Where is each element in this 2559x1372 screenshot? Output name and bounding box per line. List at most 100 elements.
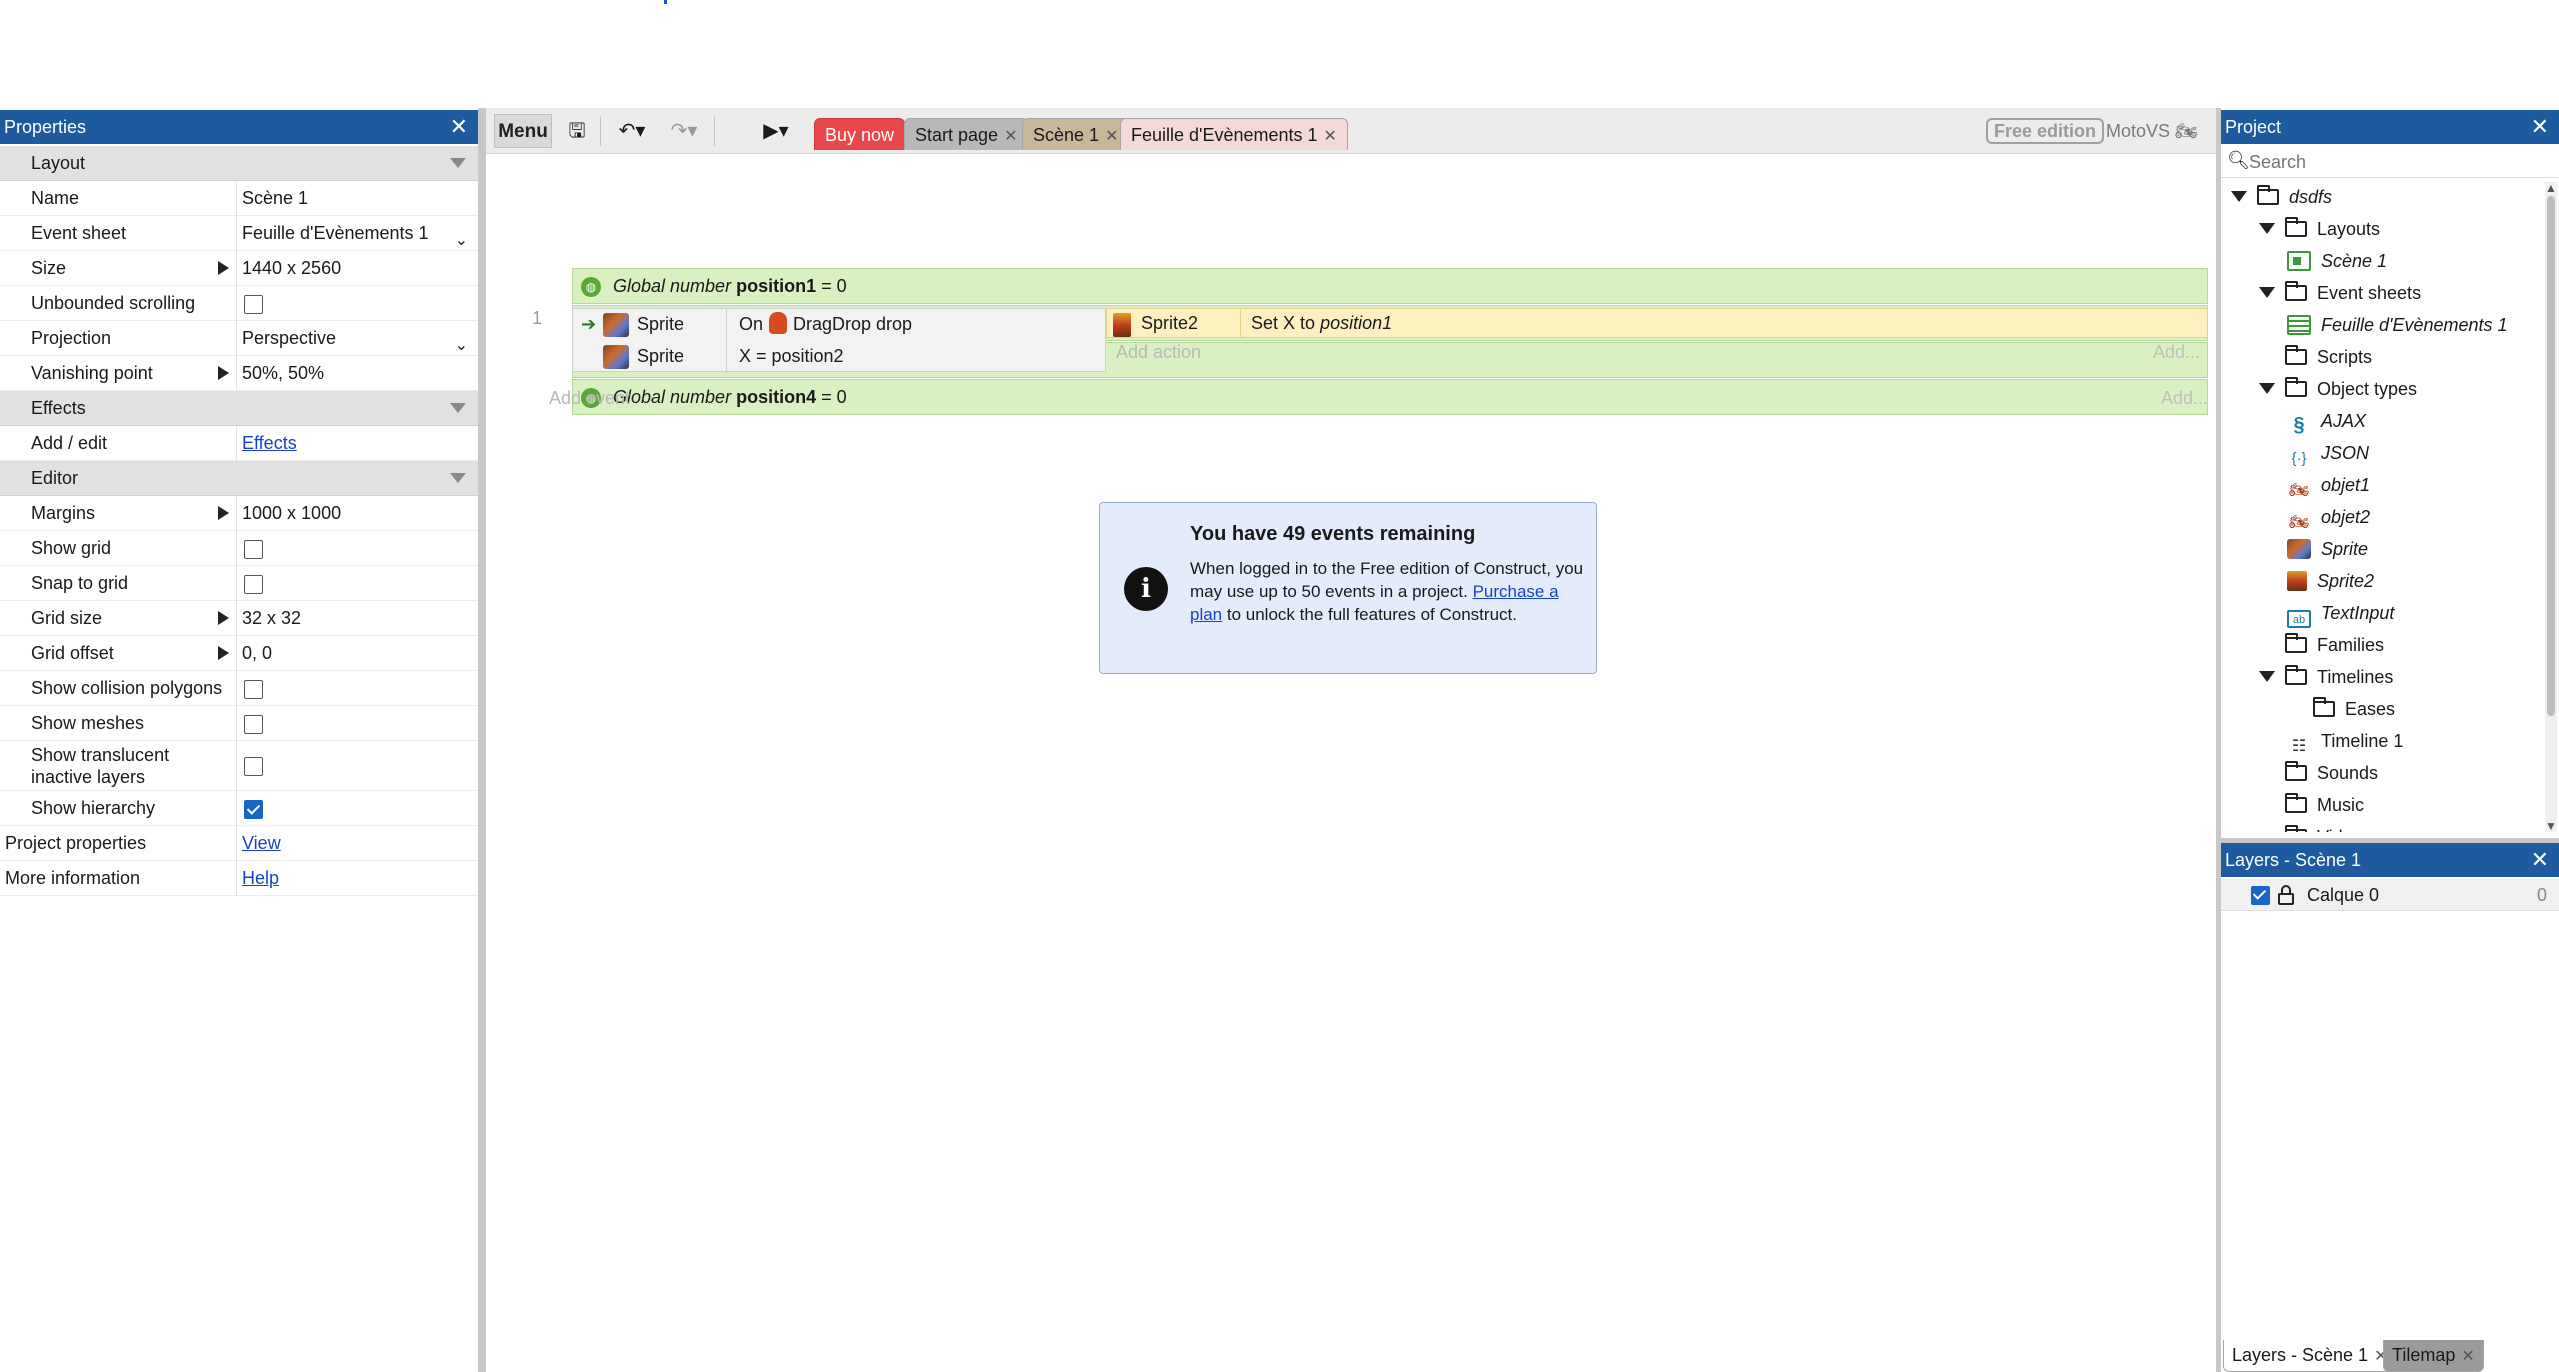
tree-item[interactable]: ☷ Timeline 1 (2287, 726, 2404, 756)
property-value[interactable]: Feuille d'Evènements 1 ⌄ (242, 216, 476, 250)
property-checkbox[interactable] (244, 575, 263, 594)
left-splitter[interactable] (478, 108, 486, 1372)
close-icon[interactable]: ✕ (1324, 128, 1337, 145)
save-icon[interactable]: 🖫 (562, 114, 592, 148)
tab-scene-1[interactable]: Scène 1 ✕ (1022, 118, 1130, 150)
property-value[interactable]: Effects (242, 426, 476, 460)
expand-icon[interactable] (218, 611, 229, 625)
tree-item[interactable]: Feuille d'Evènements 1 (2287, 310, 2508, 340)
tree-item[interactable]: Videos (2259, 822, 2372, 832)
expand-arrow-icon[interactable] (2259, 287, 2275, 298)
property-value[interactable]: 0, 0 (242, 636, 476, 670)
property-link[interactable]: View (242, 833, 281, 853)
tree-item[interactable]: Sprite2 (2287, 566, 2374, 596)
scrollbar-thumb[interactable] (2547, 196, 2555, 716)
redo-icon[interactable]: ↷▾ (662, 114, 706, 148)
collapse-icon[interactable] (450, 473, 466, 483)
tree-item[interactable]: Scène 1 (2287, 246, 2387, 276)
tree-item[interactable]: Sounds (2259, 758, 2378, 788)
tree-item[interactable]: Object types (2259, 374, 2417, 404)
close-icon[interactable]: ✕ (2531, 110, 2549, 144)
property-checkbox[interactable] (244, 800, 263, 819)
actions-area[interactable]: Sprite2 Set X to position1 Add action Ad… (1106, 308, 2208, 372)
collapse-icon[interactable] (450, 158, 466, 168)
condition-row[interactable]: Sprite X = position2 (573, 341, 1107, 373)
tree-item[interactable]: § AJAX (2287, 406, 2366, 436)
action-row[interactable]: Sprite2 Set X to position1 (1106, 308, 2208, 338)
property-value[interactable]: 1440 x 2560 (242, 251, 476, 285)
add-more-link[interactable]: Add... (2161, 388, 2208, 409)
tab-tilemap[interactable]: Tilemap ✕ (2383, 1340, 2484, 1372)
search-input[interactable] (2249, 148, 2539, 176)
tree-item[interactable]: Eases (2287, 694, 2395, 724)
condition-row[interactable]: ➔ Sprite On DragDrop drop (573, 309, 1107, 341)
project-scrollbar[interactable]: ▲ ▼ (2545, 182, 2557, 832)
close-icon[interactable]: ✕ (1105, 128, 1118, 145)
tree-item[interactable]: Families (2259, 630, 2384, 660)
property-checkbox[interactable] (244, 757, 263, 776)
menu-button[interactable]: Menu (494, 114, 552, 148)
tree-item[interactable]: 🏍 objet2 (2287, 502, 2370, 532)
expand-icon[interactable] (218, 646, 229, 660)
add-event-link[interactable]: Add event (549, 388, 630, 409)
property-value[interactable]: Help (242, 861, 476, 895)
play-icon[interactable]: ▶▾ (754, 114, 798, 148)
tree-item[interactable]: Event sheets (2259, 278, 2421, 308)
property-row[interactable]: Layout (0, 146, 478, 181)
property-checkbox[interactable] (244, 540, 263, 559)
property-checkbox[interactable] (244, 715, 263, 734)
collapse-icon[interactable] (450, 403, 466, 413)
expand-icon[interactable] (218, 261, 229, 275)
tree-item[interactable]: dsdfs (2231, 182, 2332, 212)
expand-icon[interactable] (218, 506, 229, 520)
tree-item[interactable]: Timelines (2259, 662, 2393, 692)
tab-event-sheet[interactable]: Feuille d'Evènements 1 ✕ (1120, 118, 1348, 150)
event-block[interactable]: ➔ Sprite On DragDrop drop Sprite X = posi… (572, 308, 2208, 373)
property-value-text: Perspective (242, 328, 337, 348)
property-link[interactable]: Effects (242, 433, 297, 453)
free-edition-badge[interactable]: Free edition (1986, 118, 2105, 144)
expand-arrow-icon[interactable] (2259, 223, 2275, 234)
tree-item[interactable]: Layouts (2259, 214, 2380, 244)
expand-arrow-icon[interactable] (2259, 671, 2275, 682)
global-variable-row[interactable]: ◍ Global number position4 = 0 (572, 379, 2208, 415)
tree-item[interactable]: {·} JSON (2287, 438, 2369, 468)
close-icon[interactable]: ✕ (2461, 1348, 2474, 1365)
conditions-area[interactable]: ➔ Sprite On DragDrop drop Sprite X = posi… (572, 308, 1107, 373)
scroll-down-icon[interactable]: ▼ (2545, 820, 2557, 832)
property-value[interactable]: 50%, 50% (242, 356, 476, 390)
property-link[interactable]: Help (242, 868, 279, 888)
property-checkbox[interactable] (244, 295, 263, 314)
property-value[interactable]: 32 x 32 (242, 601, 476, 635)
tree-item[interactable]: Sprite (2287, 534, 2368, 564)
close-icon[interactable]: ✕ (450, 110, 468, 144)
unlock-icon[interactable] (2277, 885, 2295, 905)
property-value[interactable]: 1000 x 1000 (242, 496, 476, 530)
tree-item[interactable]: Scripts (2259, 342, 2372, 372)
property-value[interactable]: Scène 1 (242, 181, 476, 215)
property-value[interactable]: View (242, 826, 476, 860)
tab-buy-now[interactable]: Buy now (814, 118, 906, 150)
layer-visible-checkbox[interactable] (2251, 886, 2270, 905)
tab-start-page[interactable]: Start page ✕ (904, 118, 1029, 150)
add-more-link[interactable]: Add... (2153, 342, 2200, 363)
undo-icon[interactable]: ↶▾ (610, 114, 654, 148)
property-row[interactable]: Effects (0, 391, 478, 426)
global-variable-row[interactable]: ◍ Global number position1 = 0 (572, 268, 2208, 304)
expand-arrow-icon[interactable] (2259, 383, 2275, 394)
layer-item[interactable]: Calque 0 0 (2221, 879, 2559, 911)
user-account[interactable]: MotoVS 🏍 (2106, 116, 2198, 146)
property-checkbox[interactable] (244, 680, 263, 699)
property-value[interactable]: Perspective ⌄ (242, 321, 476, 355)
expand-icon[interactable] (218, 366, 229, 380)
scroll-up-icon[interactable]: ▲ (2545, 182, 2557, 194)
tree-item[interactable]: 🏍 objet1 (2287, 470, 2370, 500)
close-icon[interactable]: ✕ (2531, 843, 2549, 877)
tree-item[interactable]: ab TextInput (2287, 598, 2394, 628)
tree-item[interactable]: Music (2259, 790, 2364, 820)
add-action-link[interactable]: Add action (1116, 342, 1201, 363)
property-row[interactable]: Editor (0, 461, 478, 496)
close-icon[interactable]: ✕ (1004, 128, 1017, 145)
tab-layers[interactable]: Layers - Scène 1 ✕ (2223, 1340, 2397, 1372)
expand-arrow-icon[interactable] (2231, 191, 2247, 202)
